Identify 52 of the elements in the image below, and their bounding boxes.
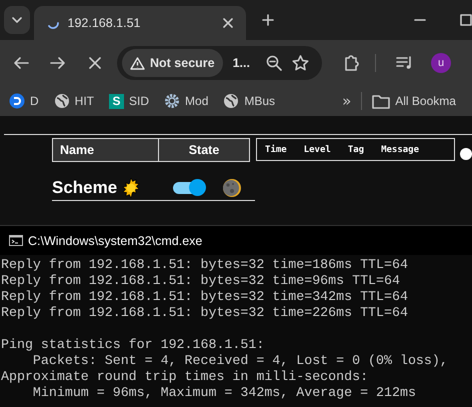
url-text: 1... bbox=[232, 56, 250, 70]
star-icon[interactable] bbox=[292, 55, 309, 71]
browser-tab[interactable]: 192.168.1.51 bbox=[34, 6, 246, 40]
bookmark[interactable]: Mod bbox=[164, 93, 208, 109]
new-tab-icon[interactable] bbox=[262, 14, 274, 26]
scheme-label: Scheme bbox=[52, 178, 118, 198]
stop-icon[interactable] bbox=[87, 57, 103, 69]
console-line: Ping statistics for 192.168.1.51: bbox=[1, 337, 266, 353]
toggle-switch[interactable] bbox=[173, 182, 204, 194]
zoom-icon[interactable] bbox=[266, 55, 282, 71]
bookmark[interactable]: HIT bbox=[54, 93, 94, 109]
gear-icon bbox=[164, 93, 180, 109]
console-line: Packets: Sent = 4, Received = 4, Lost = 0 (0% loss), bbox=[32, 353, 449, 369]
address-bar[interactable]: Not secure 1... bbox=[117, 46, 322, 80]
forward-icon[interactable] bbox=[50, 56, 66, 70]
bookmark[interactable]: MBus bbox=[223, 93, 276, 109]
close-icon[interactable] bbox=[223, 18, 233, 28]
globe-icon bbox=[54, 93, 70, 109]
column-header: Name bbox=[53, 139, 159, 161]
toggle-knob[interactable] bbox=[460, 148, 472, 160]
disc-icon bbox=[9, 93, 25, 109]
more-bookmarks-button[interactable]: » bbox=[342, 92, 352, 110]
globe-icon bbox=[223, 93, 240, 109]
tab-title: 192.168.1.51 bbox=[68, 16, 142, 30]
moon-icon bbox=[222, 178, 242, 198]
maximize-icon[interactable] bbox=[460, 14, 472, 26]
chevron-down-icon bbox=[12, 17, 22, 23]
console-line: Approximate round trip times in milli-seconds: bbox=[1, 369, 370, 385]
letter-icon: S bbox=[109, 94, 124, 108]
console-line: Reply from 192.168.1.51: bytes=32 time=96ms TTL=64 bbox=[1, 273, 401, 289]
sun-icon bbox=[121, 178, 142, 198]
profile-avatar[interactable]: u bbox=[431, 53, 451, 73]
tab-search-button[interactable] bbox=[4, 6, 30, 34]
bookmark[interactable]: S SID bbox=[109, 94, 150, 108]
console-line: Reply from 192.168.1.51: bytes=32 time=226ms TTL=64 bbox=[1, 305, 409, 321]
console-line: Minimum = 96ms, Maximum = 342ms, Average = 212ms bbox=[32, 385, 417, 401]
window-title: C:\Windows\system32\cmd.exe bbox=[28, 234, 202, 248]
column-header: Message bbox=[381, 144, 420, 154]
column-header: Tag bbox=[348, 144, 364, 154]
folder-icon bbox=[372, 94, 390, 108]
column-header: Time bbox=[265, 144, 287, 154]
back-icon[interactable] bbox=[13, 56, 29, 70]
all-bookmarks-button[interactable]: All Bookma bbox=[372, 94, 456, 108]
bookmark[interactable]: D bbox=[9, 93, 39, 109]
column-header: State bbox=[188, 142, 220, 159]
security-chip[interactable]: Not secure bbox=[122, 49, 223, 77]
column-header: Level bbox=[304, 144, 331, 154]
warning-icon bbox=[130, 56, 145, 70]
puzzle-icon[interactable] bbox=[343, 54, 359, 72]
media-icon[interactable] bbox=[396, 56, 414, 70]
console-line: Reply from 192.168.1.51: bytes=32 time=342ms TTL=64 bbox=[1, 289, 409, 305]
console-line: Reply from 192.168.1.51: bytes=32 time=186ms TTL=64 bbox=[1, 257, 409, 273]
